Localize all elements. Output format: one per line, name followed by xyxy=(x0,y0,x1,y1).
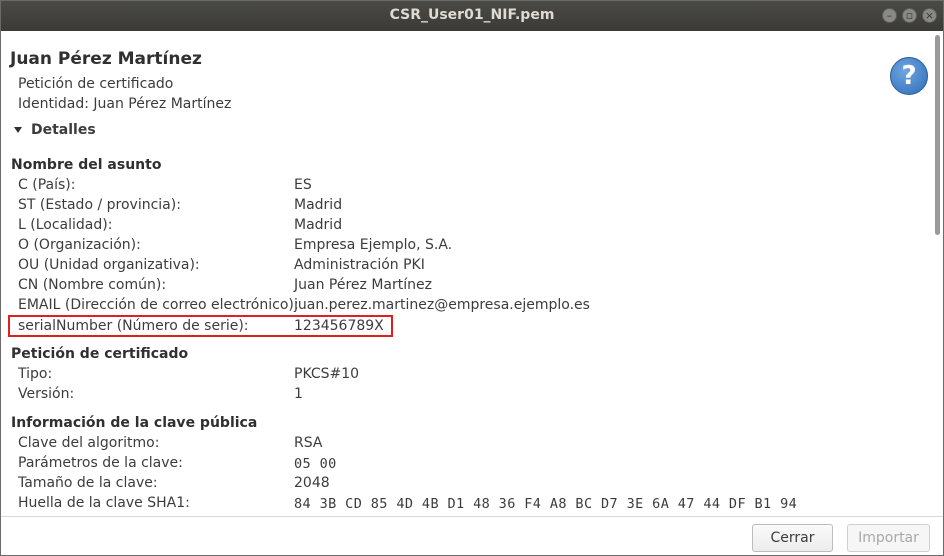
field-label: Huella de la clave SHA1: xyxy=(18,495,190,511)
help-glyph: ? xyxy=(901,61,917,91)
field-label: Tipo: xyxy=(18,366,53,382)
field-label: L (Localidad): xyxy=(18,217,113,233)
close-button[interactable]: Cerrar xyxy=(752,524,833,552)
close-window-button[interactable]: × xyxy=(922,8,937,23)
serial-number-highlight-box xyxy=(8,315,393,337)
field-value: 05 00 xyxy=(294,456,337,472)
field-label: Tamaño de la clave: xyxy=(18,475,158,491)
field-value: 2048 xyxy=(294,475,330,491)
field-value: juan.perez.martinez@empresa.ejemplo.es xyxy=(294,297,590,313)
field-label: Clave del algoritmo: xyxy=(18,435,160,451)
field-value: 1 xyxy=(294,386,303,402)
help-icon[interactable]: ? xyxy=(890,57,928,95)
field-value: Juan Pérez Martínez xyxy=(294,277,432,293)
details-expander[interactable]: Detalles xyxy=(14,122,96,138)
certificate-type: Petición de certificado xyxy=(18,76,174,92)
expander-triangle-icon xyxy=(14,127,22,133)
field-label: Parámetros de la clave: xyxy=(18,455,183,471)
field-label: EMAIL (Dirección de correo electrónico): xyxy=(18,297,299,313)
subject-section-title: Nombre del asunto xyxy=(11,157,162,173)
field-value: ES xyxy=(294,177,312,193)
dialog-footer: Cerrar Importar xyxy=(1,516,943,555)
public-key-section-title: Información de la clave pública xyxy=(11,415,258,431)
window-title: CSR_User01_NIF.pem xyxy=(389,7,555,23)
field-label: C (País): xyxy=(18,177,76,193)
details-label: Detalles xyxy=(31,122,96,138)
field-value: Madrid xyxy=(294,217,343,233)
sha1-fingerprint-value: 84 3B CD 85 4D 4B D1 48 36 F4 A8 BC D7 3… xyxy=(294,496,798,512)
field-label: ST (Estado / provincia): xyxy=(18,197,181,213)
certificate-viewer-window: CSR_User01_NIF.pem – ▫ × Juan Pérez Mart… xyxy=(0,0,944,556)
field-label: OU (Unidad organizativa): xyxy=(18,257,200,273)
import-button[interactable]: Importar xyxy=(847,524,930,552)
field-label: O (Organización): xyxy=(18,237,141,253)
details-content: Juan Pérez Martínez Petición de certific… xyxy=(1,32,931,516)
field-value: Empresa Ejemplo, S.A. xyxy=(294,237,453,253)
certificate-holder-name: Juan Pérez Martínez xyxy=(10,49,202,69)
field-label: CN (Nombre común): xyxy=(18,277,167,293)
field-value: PKCS#10 xyxy=(294,366,360,382)
title-bar[interactable]: CSR_User01_NIF.pem – ▫ × xyxy=(1,1,943,31)
field-label: Versión: xyxy=(18,386,75,402)
certificate-identity: Identidad: Juan Pérez Martínez xyxy=(18,96,232,112)
scrollbar-thumb[interactable] xyxy=(935,35,940,235)
field-value: Madrid xyxy=(294,197,343,213)
minimize-button[interactable]: – xyxy=(882,8,897,23)
field-value: Administración PKI xyxy=(294,257,425,273)
vertical-scrollbar[interactable] xyxy=(931,32,943,516)
request-section-title: Petición de certificado xyxy=(11,346,189,362)
maximize-button[interactable]: ▫ xyxy=(902,8,917,23)
field-value: RSA xyxy=(294,435,323,451)
